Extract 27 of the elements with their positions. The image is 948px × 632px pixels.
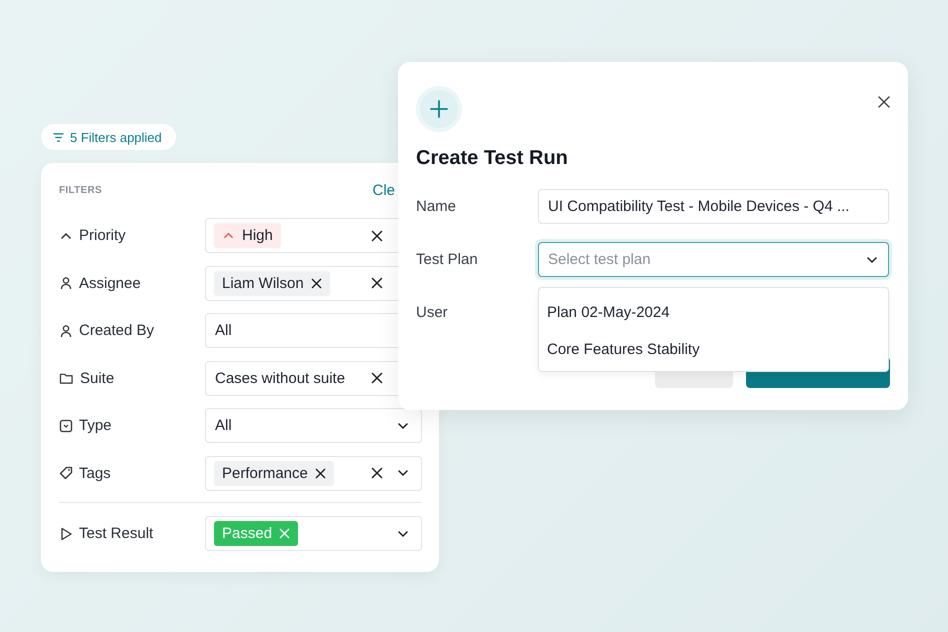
dialog-title: Create Test Run xyxy=(416,147,569,171)
filter-label: Assignee xyxy=(79,274,141,292)
chip-text: High xyxy=(242,227,273,244)
field-value: Cases without suite xyxy=(214,370,346,386)
field-label: Name xyxy=(416,198,458,215)
field-value: All xyxy=(214,322,232,339)
filter-label: Tags xyxy=(79,464,111,482)
chip-text: Passed xyxy=(222,525,272,542)
filter-label: Suite xyxy=(80,370,114,386)
filter-label: Created By xyxy=(79,322,154,339)
filter-label: Type xyxy=(79,417,112,434)
filter-field[interactable]: All xyxy=(205,408,422,443)
filter-field[interactable]: Performance xyxy=(205,456,422,490)
filters-heading: FILTERS xyxy=(59,184,102,196)
clear-link[interactable]: Cle xyxy=(372,182,395,198)
field-value: All xyxy=(214,417,232,434)
filters-applied-badge[interactable]: 5 Filters applied xyxy=(41,124,176,150)
chip-text: Liam Wilson xyxy=(222,274,304,292)
dropdown-option[interactable]: Core Features Stability xyxy=(539,331,888,368)
filter-label: Test Result xyxy=(79,525,154,542)
field-value: UI Compatibility Test - Mobile Devices - Q4 ... xyxy=(548,198,850,215)
chip-text: Performance xyxy=(222,464,308,482)
badge-text: 5 Filters applied xyxy=(70,130,162,144)
dropdown-option[interactable]: Plan 02-May-2024 xyxy=(539,294,888,331)
name-field[interactable]: UI Compatibility Test - Mobile Devices - Q4 ... xyxy=(538,189,889,224)
filter-label: Priority xyxy=(79,227,126,244)
field-label: Test Plan xyxy=(416,251,479,268)
